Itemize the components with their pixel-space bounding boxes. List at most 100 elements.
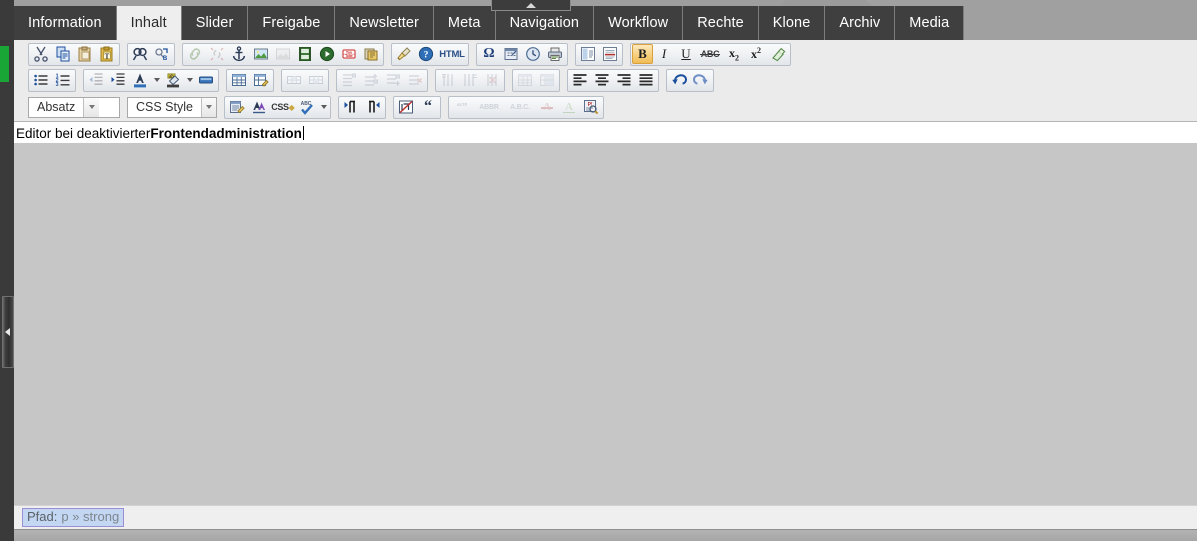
help-icon[interactable]: ? (415, 44, 437, 65)
outdent-icon (85, 70, 107, 91)
filmstrip-icon[interactable] (294, 44, 316, 65)
align-center-icon[interactable] (591, 70, 613, 91)
undo-icon[interactable] (668, 70, 690, 91)
toolbar-row-3: Absatz CSS Style CSS◆ABC “ “” ABBR A.B.C. AA P! (14, 93, 1197, 121)
paste-as-text-icon[interactable]: T (96, 44, 118, 65)
spellcheck-caret-icon[interactable] (318, 97, 329, 118)
superscript-icon[interactable]: x2 (745, 44, 767, 65)
copy-icon[interactable] (52, 44, 74, 65)
youtube-icon[interactable]: You Tube (338, 44, 360, 65)
print-icon[interactable] (544, 44, 566, 65)
html-source-icon[interactable]: HTML (437, 44, 467, 65)
tab-workflow[interactable]: Workflow (594, 6, 684, 40)
paste-icon[interactable] (74, 44, 96, 65)
merge-cells-icon (283, 70, 305, 91)
preview-icon[interactable]: P! (580, 97, 602, 118)
page-break-icon[interactable] (577, 44, 599, 65)
expand-toolbar-tab[interactable] (491, 0, 571, 11)
flash-icon[interactable] (360, 44, 382, 65)
ltr-direction-icon[interactable] (340, 97, 362, 118)
tab-label: Navigation (509, 15, 580, 31)
tab-label: Meta (447, 15, 481, 31)
tab-slider[interactable]: Slider (181, 6, 249, 40)
tab-meta[interactable]: Meta (433, 6, 496, 40)
color-swatch-icon[interactable] (195, 70, 217, 91)
play-media-icon[interactable] (316, 44, 338, 65)
insert-row-before-icon (360, 70, 382, 91)
chevron-down-icon[interactable] (200, 97, 216, 117)
horizontal-rule-icon[interactable] (599, 44, 621, 65)
remove-format-icon[interactable] (767, 44, 789, 65)
bullet-list-icon[interactable] (30, 70, 52, 91)
tab-rechte[interactable]: Rechte (683, 6, 759, 40)
toolbar-group-table-rows (336, 68, 428, 92)
insert-time-icon[interactable] (522, 44, 544, 65)
tab-newsletter[interactable]: Newsletter (335, 6, 434, 40)
rtl-direction-icon[interactable] (362, 97, 384, 118)
image-icon[interactable] (250, 44, 272, 65)
editor-content-area[interactable]: Editor bei deaktivierter Frontendadminis… (14, 122, 1197, 524)
redo-icon[interactable] (690, 70, 712, 91)
css-edit-icon[interactable]: CSS ◆ (270, 97, 296, 118)
unlink-icon (206, 44, 228, 65)
align-left-icon[interactable] (569, 70, 591, 91)
tab-navigation[interactable]: Navigation (495, 6, 595, 40)
tab-freigabe[interactable]: Freigabe (248, 6, 336, 40)
indent-icon[interactable] (107, 70, 129, 91)
chevron-up-icon (526, 3, 536, 8)
tab-klone[interactable]: Klone (758, 6, 826, 40)
text-color-caret-icon[interactable] (151, 70, 162, 91)
editor-text-line[interactable]: Editor bei deaktivierter Frontendadminis… (14, 123, 1197, 144)
omega-special-char-icon[interactable]: Ω (478, 44, 500, 65)
italic-icon[interactable]: I (653, 44, 675, 65)
tab-inhalt[interactable]: Inhalt (116, 6, 182, 40)
align-right-icon[interactable] (613, 70, 635, 91)
broom-cleanup-icon[interactable] (393, 44, 415, 65)
toolbar-group-row3-tools: CSS ◆ ABC (224, 95, 331, 119)
highlight-color-caret-icon[interactable] (184, 70, 195, 91)
highlight-color-icon[interactable]: ab (162, 70, 184, 91)
nonbreaking-icon[interactable] (395, 97, 417, 118)
strikethrough-icon[interactable]: ABC (697, 44, 723, 65)
spellcheck-icon[interactable]: ABC (296, 97, 318, 118)
tab-label: Information (28, 15, 102, 31)
rich-text-editor: TBYouTube?HTMLΩBIUABCx2x2 123ab AbsatzCS… (14, 40, 1197, 541)
toolbar-group-search: B (127, 42, 175, 66)
numbered-list-icon[interactable]: 123 (52, 70, 74, 91)
collapse-panel-handle[interactable] (2, 296, 14, 368)
tab-archiv[interactable]: Archiv (825, 6, 896, 40)
toolbar-group-table-extra (512, 68, 560, 92)
find-icon[interactable] (129, 44, 151, 65)
text-color-icon[interactable] (129, 70, 151, 91)
tab-media[interactable]: Media (895, 6, 965, 40)
bold-icon[interactable]: B (632, 44, 653, 64)
anchor-icon[interactable] (228, 44, 250, 65)
tab-label: Inhalt (130, 15, 167, 31)
tab-label: Slider (195, 15, 234, 31)
advanced-font-icon[interactable] (248, 97, 270, 118)
insert-row-after-icon (382, 70, 404, 91)
align-justify-icon[interactable] (635, 70, 657, 91)
table-properties-icon[interactable] (250, 70, 272, 91)
format-select[interactable]: Absatz (28, 96, 120, 118)
insert-table-icon[interactable] (228, 70, 250, 91)
toolbar-group-table-cells (281, 68, 329, 92)
toolbar-group-row3-quote: “ (393, 95, 441, 119)
blockquote-icon[interactable]: “ (417, 97, 439, 118)
underline-icon[interactable]: U (675, 44, 697, 65)
tab-information[interactable]: Information (14, 6, 117, 40)
svg-text:Tube: Tube (345, 54, 353, 58)
editor-empty-body[interactable] (14, 144, 1197, 524)
svg-text:3: 3 (56, 82, 59, 88)
insert-date-icon[interactable] (500, 44, 522, 65)
css-style-select[interactable]: CSS Style (127, 96, 217, 118)
element-path-chip[interactable]: Pfad: p » strong (22, 507, 125, 528)
find-replace-icon[interactable]: B (151, 44, 173, 65)
toolbar-group-align (567, 68, 659, 92)
edit-attributes-icon[interactable] (226, 97, 248, 118)
chevron-down-icon[interactable] (83, 97, 100, 117)
editor-bottom-strip (14, 529, 1197, 541)
svg-text:B: B (163, 56, 168, 62)
subscript-icon[interactable]: x2 (723, 44, 745, 65)
cut-icon[interactable] (30, 44, 52, 65)
